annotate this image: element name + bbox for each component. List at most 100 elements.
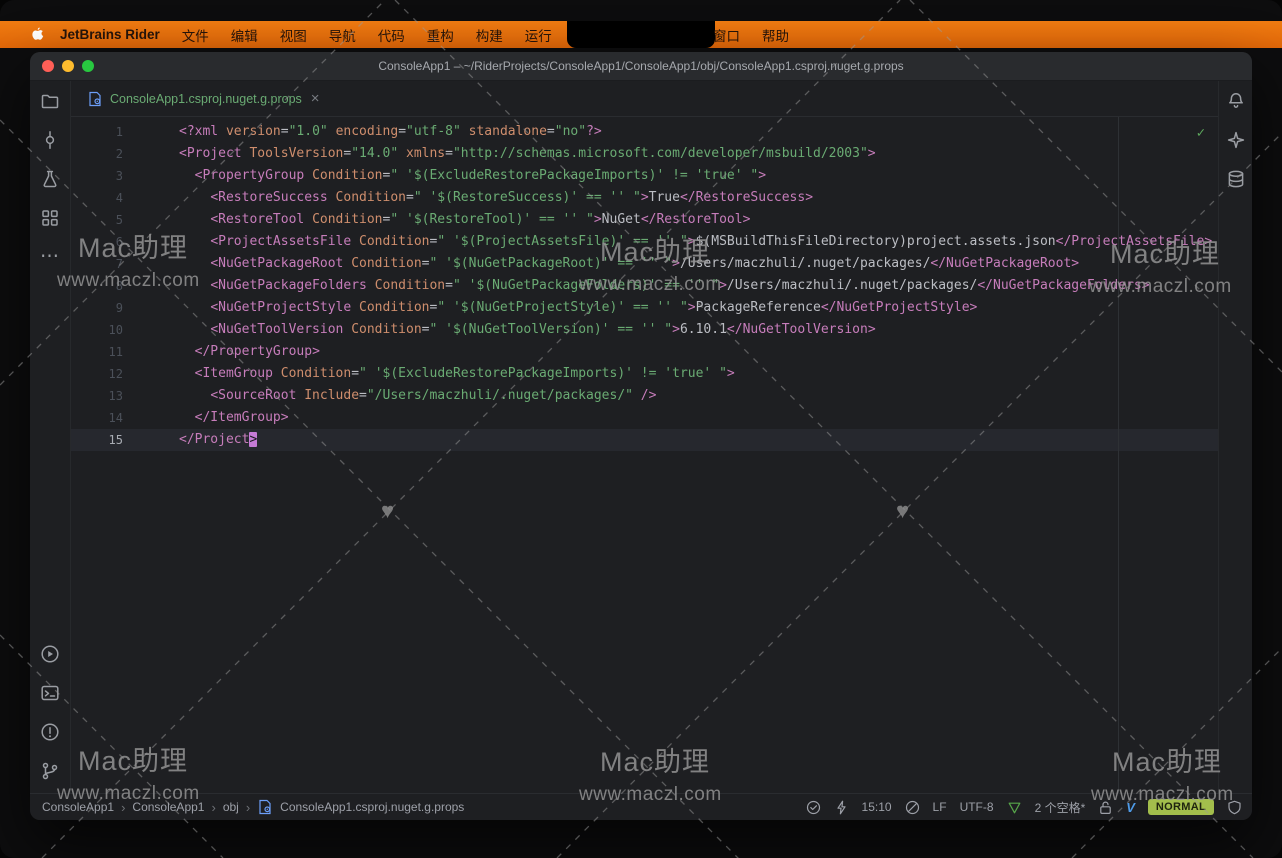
screen: JetBrains Rider 文件 编辑 视图 导航 代码 重构 构建 运行 … bbox=[0, 0, 1282, 858]
commit-icon[interactable] bbox=[40, 130, 60, 150]
line-number[interactable]: 13 bbox=[71, 385, 131, 407]
menu-item-edit[interactable]: 编辑 bbox=[220, 25, 269, 45]
code-line-4[interactable]: 4 <RestoreSuccess Condition=" '$(Restore… bbox=[71, 187, 1218, 209]
code-line-14[interactable]: 14 </ItemGroup> bbox=[71, 407, 1218, 429]
line-number[interactable]: 7 bbox=[71, 253, 131, 275]
right-margin-guide bbox=[1118, 117, 1119, 793]
vim-mode-badge[interactable]: NORMAL bbox=[1148, 799, 1214, 815]
statusbar-widgets: 15:10 LF UTF-8 2 个空格* V NORMAL bbox=[806, 799, 1242, 816]
code-line-6[interactable]: 6 <ProjectAssetsFile Condition=" '$(Proj… bbox=[71, 231, 1218, 253]
code-line-2[interactable]: 2<Project ToolsVersion="14.0" xmlns="htt… bbox=[71, 143, 1218, 165]
line-number[interactable]: 2 bbox=[71, 143, 131, 165]
tab-label: ConsoleApp1.csproj.nuget.g.props bbox=[110, 92, 302, 106]
code-line-5[interactable]: 5 <RestoreTool Condition=" '$(RestoreToo… bbox=[71, 209, 1218, 231]
database-icon[interactable] bbox=[1226, 169, 1246, 189]
breadcrumb-separator: › bbox=[211, 800, 215, 815]
line-ending[interactable]: LF bbox=[933, 800, 947, 814]
privacy-shield-icon[interactable] bbox=[1227, 800, 1242, 815]
code-line-15[interactable]: 15</Project> bbox=[71, 429, 1218, 451]
green-triangle-icon[interactable] bbox=[1007, 800, 1022, 815]
tab-close-icon[interactable]: × bbox=[309, 91, 322, 106]
slashed-circle-icon[interactable] bbox=[905, 800, 920, 815]
code-line-1[interactable]: 1<?xml version="1.0" encoding="utf-8" st… bbox=[71, 121, 1218, 143]
line-number[interactable]: 12 bbox=[71, 363, 131, 385]
breadcrumb-obj[interactable]: obj bbox=[223, 800, 239, 814]
breadcrumb-file[interactable]: ConsoleApp1.csproj.nuget.g.props bbox=[280, 800, 464, 814]
inspection-check-icon[interactable] bbox=[806, 800, 821, 815]
tab-bar: ConsoleApp1.csproj.nuget.g.props × bbox=[71, 81, 1218, 117]
line-number[interactable]: 15 bbox=[71, 429, 131, 451]
indent-setting[interactable]: 2 个空格* bbox=[1035, 799, 1086, 816]
code-text: <NuGetPackageFolders Condition=" '$(NuGe… bbox=[131, 275, 1150, 297]
problems-icon[interactable] bbox=[40, 722, 60, 742]
editor[interactable]: ✓ 1<?xml version="1.0" encoding="utf-8" … bbox=[71, 117, 1218, 793]
ai-assistant-icon[interactable] bbox=[1226, 130, 1246, 150]
lightning-icon[interactable] bbox=[834, 800, 849, 815]
line-number[interactable]: 8 bbox=[71, 275, 131, 297]
menu-item-code[interactable]: 代码 bbox=[367, 25, 416, 45]
menubar-right: 窗口 帮助 bbox=[702, 25, 800, 45]
code-line-3[interactable]: 3 <PropertyGroup Condition=" '$(ExcludeR… bbox=[71, 165, 1218, 187]
code-line-13[interactable]: 13 <SourceRoot Include="/Users/maczhuli/… bbox=[71, 385, 1218, 407]
breadcrumb-project[interactable]: ConsoleApp1 bbox=[42, 800, 114, 814]
inspections-ok-icon[interactable]: ✓ bbox=[1197, 125, 1205, 141]
menu-app-name[interactable]: JetBrains Rider bbox=[49, 27, 171, 42]
menu-item-run[interactable]: 运行 bbox=[514, 25, 563, 45]
traffic-lights bbox=[30, 60, 94, 72]
line-number[interactable]: 9 bbox=[71, 297, 131, 319]
code-text: <ProjectAssetsFile Condition=" '$(Projec… bbox=[131, 231, 1212, 253]
camera-notch bbox=[567, 21, 715, 48]
code-line-11[interactable]: 11 </PropertyGroup> bbox=[71, 341, 1218, 363]
caret-position[interactable]: 15:10 bbox=[862, 800, 892, 814]
notifications-bell-icon[interactable] bbox=[1226, 91, 1246, 111]
code-text: <Project ToolsVersion="14.0" xmlns="http… bbox=[131, 143, 876, 165]
titlebar[interactable]: ConsoleApp1 – ~/RiderProjects/ConsoleApp… bbox=[30, 52, 1252, 81]
right-activity-bar bbox=[1218, 81, 1252, 793]
close-window-button[interactable] bbox=[42, 60, 54, 72]
unlock-icon[interactable] bbox=[1098, 800, 1113, 815]
code-lines: 1<?xml version="1.0" encoding="utf-8" st… bbox=[71, 121, 1218, 451]
line-number[interactable]: 6 bbox=[71, 231, 131, 253]
left-activity-bar: ⋯ bbox=[30, 81, 71, 793]
code-line-8[interactable]: 8 <NuGetPackageFolders Condition=" '$(Nu… bbox=[71, 275, 1218, 297]
line-number[interactable]: 5 bbox=[71, 209, 131, 231]
code-line-7[interactable]: 7 <NuGetPackageRoot Condition=" '$(NuGet… bbox=[71, 253, 1218, 275]
menu-item-build[interactable]: 构建 bbox=[465, 25, 514, 45]
modules-grid-icon[interactable] bbox=[40, 208, 60, 228]
line-number[interactable]: 10 bbox=[71, 319, 131, 341]
line-number[interactable]: 1 bbox=[71, 121, 131, 143]
code-line-10[interactable]: 10 <NuGetToolVersion Condition=" '$(NuGe… bbox=[71, 319, 1218, 341]
tests-flask-icon[interactable] bbox=[40, 169, 60, 189]
more-glyph: ⋯ bbox=[40, 253, 60, 261]
code-text: <NuGetPackageRoot Condition=" '$(NuGetPa… bbox=[131, 253, 1079, 275]
menu-item-help[interactable]: 帮助 bbox=[751, 25, 800, 45]
file-encoding[interactable]: UTF-8 bbox=[960, 800, 994, 814]
apple-menu-icon[interactable] bbox=[18, 26, 49, 43]
code-text: <SourceRoot Include="/Users/maczhuli/.nu… bbox=[131, 385, 656, 407]
line-number[interactable]: 3 bbox=[71, 165, 131, 187]
code-text: <NuGetProjectStyle Condition=" '$(NuGetP… bbox=[131, 297, 977, 319]
breadcrumb-separator: › bbox=[121, 800, 125, 815]
breadcrumb-consoleapp1[interactable]: ConsoleApp1 bbox=[132, 800, 204, 814]
code-line-9[interactable]: 9 <NuGetProjectStyle Condition=" '$(NuGe… bbox=[71, 297, 1218, 319]
ideavim-icon[interactable]: V bbox=[1126, 800, 1135, 815]
menu-item-navigate[interactable]: 导航 bbox=[318, 25, 367, 45]
rider-window: ConsoleApp1 – ~/RiderProjects/ConsoleApp… bbox=[30, 52, 1252, 820]
menu-item-file[interactable]: 文件 bbox=[171, 25, 220, 45]
terminal-icon[interactable] bbox=[40, 683, 60, 703]
line-number[interactable]: 11 bbox=[71, 341, 131, 363]
run-icon[interactable] bbox=[40, 644, 60, 664]
menu-item-view[interactable]: 视图 bbox=[269, 25, 318, 45]
zoom-window-button[interactable] bbox=[82, 60, 94, 72]
more-tools-icon[interactable]: ⋯ bbox=[40, 247, 60, 267]
tab-consoleapp1-props[interactable]: ConsoleApp1.csproj.nuget.g.props × bbox=[77, 81, 332, 116]
props-file-icon bbox=[87, 91, 103, 107]
project-folder-icon[interactable] bbox=[40, 91, 60, 111]
line-number[interactable]: 4 bbox=[71, 187, 131, 209]
minimize-window-button[interactable] bbox=[62, 60, 74, 72]
code-line-12[interactable]: 12 <ItemGroup Condition=" '$(ExcludeRest… bbox=[71, 363, 1218, 385]
line-number[interactable]: 14 bbox=[71, 407, 131, 429]
menu-item-window[interactable]: 窗口 bbox=[702, 25, 751, 45]
menu-item-refactor[interactable]: 重构 bbox=[416, 25, 465, 45]
git-branch-icon[interactable] bbox=[40, 761, 60, 781]
